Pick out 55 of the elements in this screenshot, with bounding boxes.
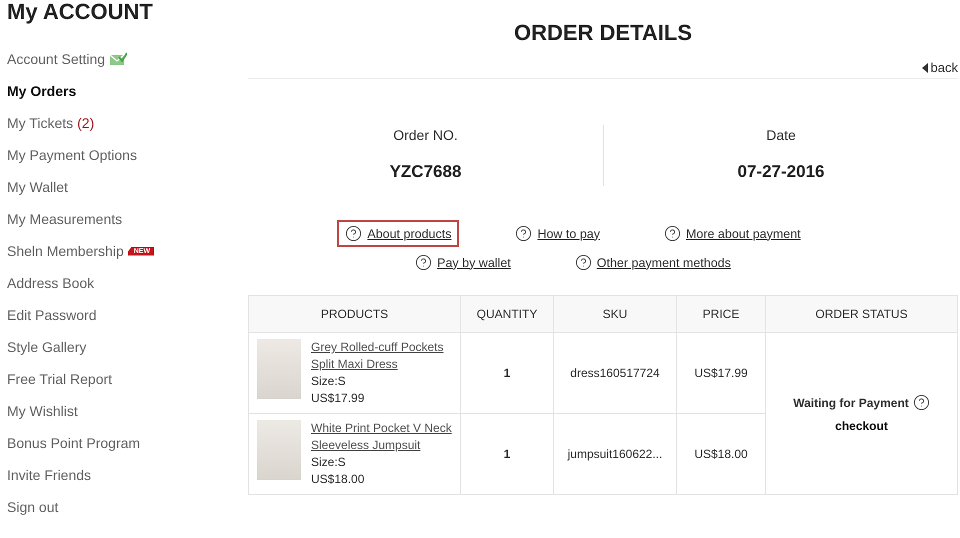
help-icon (415, 254, 432, 271)
help-icon (664, 225, 681, 242)
table-cell: US$17.99 (676, 332, 766, 414)
table-cell: dress160517724 (554, 332, 676, 414)
page-title: ORDER DETAILS (512, 20, 694, 46)
back-arrow-icon (922, 62, 928, 72)
table-cell: 1 (460, 332, 554, 414)
order-label: Date (766, 127, 796, 143)
column-header: SKU (554, 296, 676, 332)
status-text: Waiting for Payment (793, 396, 909, 410)
sidebar-item[interactable]: Edit Password (7, 299, 248, 331)
help-icon (912, 394, 930, 411)
help-link[interactable]: Pay by wallet (407, 249, 519, 276)
sidebar-item[interactable]: My Wallet (7, 171, 248, 203)
help-icon (574, 254, 592, 271)
help-link[interactable]: Other payment methods (566, 249, 739, 276)
order-value: YZC7688 (390, 162, 462, 182)
sidebar-item[interactable]: My Wishlist (7, 395, 248, 427)
back-link[interactable]: back (922, 60, 958, 75)
help-icon (515, 225, 532, 242)
table-cell: 1 (460, 414, 554, 494)
sidebar-item[interactable]: My Orders (7, 75, 248, 107)
help-icon (345, 225, 362, 242)
column-header: PRODUCTS (248, 296, 460, 332)
column-header: QUANTITY (460, 296, 554, 332)
help-link[interactable]: About products (337, 220, 460, 247)
sidebar-item[interactable]: Style Gallery (7, 331, 248, 363)
sidebar-title: My ACCOUNT (7, 0, 154, 24)
product-size: Size:S (311, 454, 347, 471)
sidebar-item[interactable]: Sign out (7, 491, 248, 523)
sidebar-item[interactable]: My Payment Options (7, 139, 248, 171)
product-size: Size:S (311, 373, 347, 390)
checkout-link[interactable]: checkout (835, 419, 888, 433)
sidebar-item[interactable]: Invite Friends (7, 459, 248, 491)
sidebar-item[interactable]: Address Book (7, 267, 248, 299)
photo-placeholder (257, 420, 301, 480)
ticket-count: (2) (77, 115, 94, 131)
product-price: US$18.00 (311, 471, 366, 488)
product-link[interactable]: White Print Pocket V Neck Sleeveless Jumpsuit (311, 420, 452, 454)
column-header: ORDER STATUS (766, 296, 958, 332)
help-link[interactable]: More about payment (656, 220, 809, 247)
sidebar-item[interactable]: Bonus Point Program (7, 427, 248, 459)
photo-placeholder (257, 339, 301, 399)
product-link[interactable]: Grey Rolled-cuff Pockets Split Maxi Dress (311, 339, 452, 373)
product-price: US$17.99 (311, 390, 366, 407)
sidebar-item[interactable]: My Measurements (7, 203, 248, 235)
help-link[interactable]: How to pay (507, 220, 608, 247)
table-cell: jumpsuit160622... (554, 414, 676, 494)
sidebar-item[interactable]: My Tickets (2) (7, 107, 248, 139)
order-label: Order NO. (393, 127, 458, 143)
column-header: PRICE (676, 296, 766, 332)
envelope-icon (109, 52, 128, 66)
order-value: 07-27-2016 (738, 162, 824, 182)
sidebar-item[interactable]: Account Setting (7, 43, 248, 75)
sidebar-item[interactable]: Free Trial Report (7, 363, 248, 395)
